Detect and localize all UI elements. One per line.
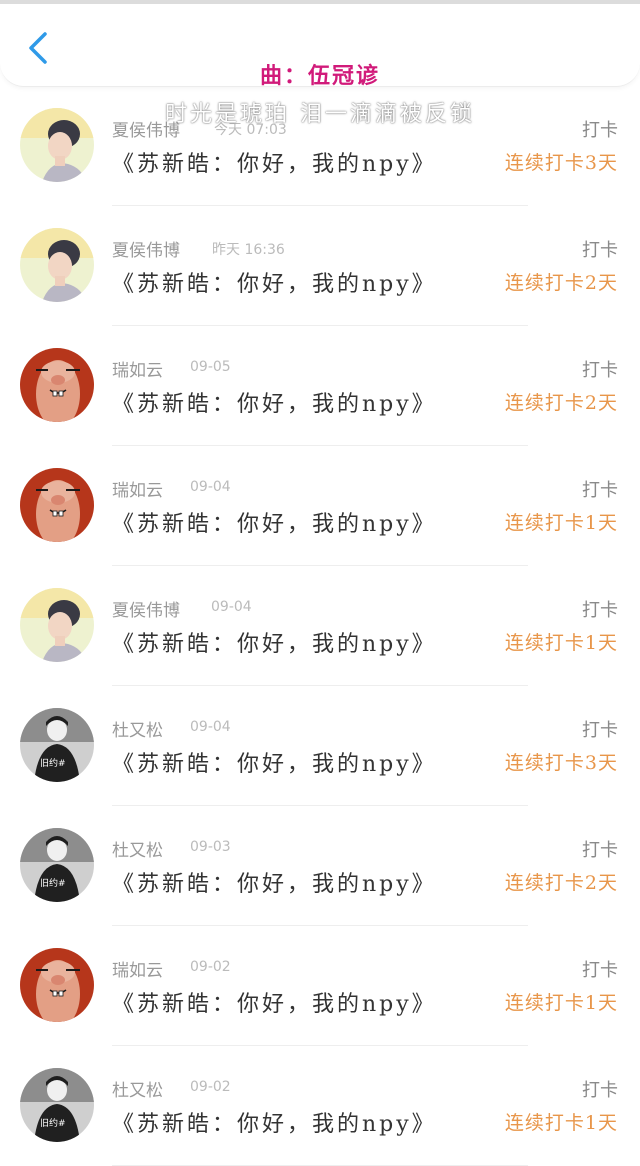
avatar[interactable] bbox=[20, 1068, 94, 1142]
message-text: 《苏新皓：你好，我的npy》 bbox=[112, 992, 437, 1017]
list-item[interactable]: 夏侯伟博 昨天 16:36 打卡 《苏新皓：你好，我的npy》 连续打卡2天 bbox=[0, 206, 640, 326]
checkin-label[interactable]: 打卡 bbox=[582, 476, 618, 502]
streak-label: 连续打卡1天 bbox=[504, 992, 618, 1014]
streak-label: 连续打卡2天 bbox=[504, 392, 618, 414]
avatar-caption: 旧约# bbox=[40, 1119, 66, 1129]
post-time: 昨天 16:36 bbox=[212, 242, 285, 258]
message-text: 《苏新皓：你好，我的npy》 bbox=[112, 752, 437, 777]
post-time: 09-04 bbox=[190, 479, 231, 495]
checkin-label[interactable]: 打卡 bbox=[582, 956, 618, 982]
message-text: 《苏新皓：你好，我的npy》 bbox=[112, 632, 437, 657]
user-name[interactable]: 杜又松 bbox=[112, 836, 163, 861]
list-item[interactable]: 瑞如云 09-04 打卡 《苏新皓：你好，我的npy》 连续打卡1天 bbox=[0, 446, 640, 566]
user-name[interactable]: 夏侯伟博 bbox=[112, 236, 180, 261]
lyric-overlay: 时光是琥珀 泪一滴滴被反锁 bbox=[165, 102, 475, 127]
message-text: 《苏新皓：你好，我的npy》 bbox=[112, 512, 437, 537]
user-name[interactable]: 杜又松 bbox=[112, 716, 163, 741]
post-time: 09-04 bbox=[211, 599, 252, 615]
list-item[interactable]: 瑞如云 09-05 打卡 《苏新皓：你好，我的npy》 连续打卡2天 bbox=[0, 326, 640, 446]
avatar[interactable] bbox=[20, 948, 94, 1022]
avatar-caption: 旧约# bbox=[40, 759, 66, 769]
avatar-caption: 旧约# bbox=[40, 879, 66, 889]
message-text: 《苏新皓：你好，我的npy》 bbox=[112, 392, 437, 417]
checkin-label[interactable]: 打卡 bbox=[582, 236, 618, 262]
avatar[interactable] bbox=[20, 708, 94, 782]
streak-label: 连续打卡1天 bbox=[504, 512, 618, 534]
status-strip bbox=[0, 0, 640, 4]
checkin-label[interactable]: 打卡 bbox=[582, 836, 618, 862]
message-text: 《苏新皓：你好，我的npy》 bbox=[112, 272, 437, 297]
user-name[interactable]: 瑞如云 bbox=[112, 356, 163, 381]
streak-label: 连续打卡3天 bbox=[504, 152, 618, 174]
list-item[interactable]: 夏侯伟博 09-04 打卡 《苏新皓：你好，我的npy》 连续打卡1天 bbox=[0, 566, 640, 686]
list-item[interactable]: 旧约# 杜又松 09-03 打卡 《苏新皓：你好，我的npy》 连续打卡2天 bbox=[0, 806, 640, 926]
streak-label: 连续打卡2天 bbox=[504, 272, 618, 294]
avatar[interactable] bbox=[20, 828, 94, 902]
checkin-label[interactable]: 打卡 bbox=[582, 356, 618, 382]
post-time: 09-02 bbox=[190, 959, 231, 975]
list-item[interactable]: 旧约# 杜又松 09-04 打卡 《苏新皓：你好，我的npy》 连续打卡3天 bbox=[0, 686, 640, 806]
checkin-label[interactable]: 打卡 bbox=[582, 1076, 618, 1102]
user-name[interactable]: 瑞如云 bbox=[112, 956, 163, 981]
list-item[interactable]: 瑞如云 09-02 打卡 《苏新皓：你好，我的npy》 连续打卡1天 bbox=[0, 926, 640, 1046]
post-time: 09-02 bbox=[190, 1079, 231, 1095]
list-item[interactable]: 旧约# 杜又松 09-02 打卡 《苏新皓：你好，我的npy》 连续打卡1天 bbox=[0, 1046, 640, 1166]
checkin-list: 夏侯伟博 今天 07:03 打卡 《苏新皓：你好，我的npy》 连续打卡3天 夏… bbox=[0, 86, 640, 1166]
post-time: 09-04 bbox=[190, 719, 231, 735]
avatar[interactable] bbox=[20, 588, 94, 662]
avatar[interactable] bbox=[20, 468, 94, 542]
post-time: 09-03 bbox=[190, 839, 231, 855]
streak-label: 连续打卡2天 bbox=[504, 872, 618, 894]
post-time: 09-05 bbox=[190, 359, 231, 375]
message-text: 《苏新皓：你好，我的npy》 bbox=[112, 872, 437, 897]
user-name[interactable]: 杜又松 bbox=[112, 1076, 163, 1101]
streak-label: 连续打卡1天 bbox=[504, 632, 618, 654]
streak-label: 连续打卡3天 bbox=[504, 752, 618, 774]
avatar[interactable] bbox=[20, 228, 94, 302]
user-name[interactable]: 夏侯伟博 bbox=[112, 596, 180, 621]
user-name[interactable]: 瑞如云 bbox=[112, 476, 163, 501]
message-text: 《苏新皓：你好，我的npy》 bbox=[112, 1112, 437, 1137]
checkin-label[interactable]: 打卡 bbox=[582, 716, 618, 742]
streak-label: 连续打卡1天 bbox=[504, 1112, 618, 1134]
avatar[interactable] bbox=[20, 348, 94, 422]
checkin-label[interactable]: 打卡 bbox=[582, 596, 618, 622]
message-text: 《苏新皓：你好，我的npy》 bbox=[112, 152, 437, 177]
